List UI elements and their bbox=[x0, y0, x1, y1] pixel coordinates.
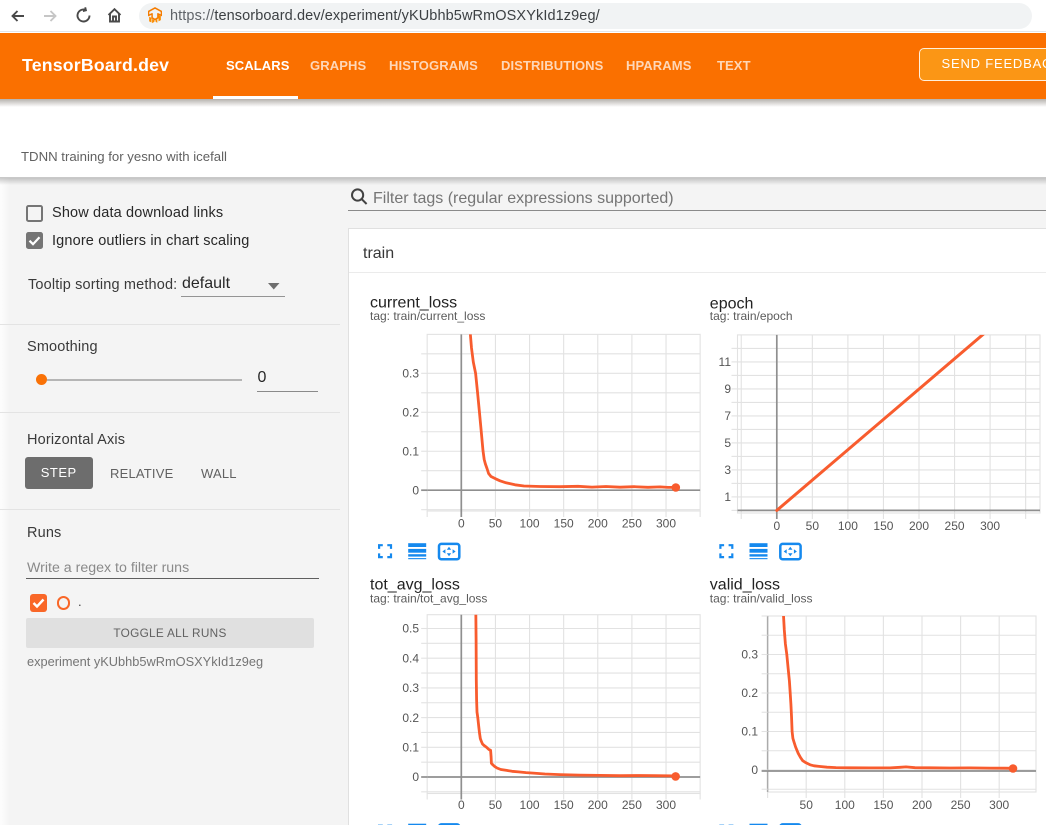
svg-text:1: 1 bbox=[724, 490, 731, 504]
svg-text:0.3: 0.3 bbox=[741, 648, 758, 662]
svg-text:0: 0 bbox=[412, 770, 419, 784]
svg-text:0: 0 bbox=[412, 483, 419, 497]
svg-text:0.2: 0.2 bbox=[402, 711, 419, 725]
svg-text:300: 300 bbox=[980, 519, 1000, 533]
svg-text:0.3: 0.3 bbox=[402, 367, 419, 381]
svg-text:100: 100 bbox=[838, 519, 858, 533]
svg-text:0: 0 bbox=[458, 517, 465, 531]
svg-text:100: 100 bbox=[835, 798, 855, 812]
svg-text:50: 50 bbox=[806, 519, 820, 533]
svg-text:0.1: 0.1 bbox=[402, 444, 419, 458]
svg-text:0: 0 bbox=[458, 798, 465, 812]
svg-text:0.1: 0.1 bbox=[402, 741, 419, 755]
svg-text:tag: train/tot_avg_loss: tag: train/tot_avg_loss bbox=[370, 591, 487, 605]
svg-text:200: 200 bbox=[588, 798, 608, 812]
svg-text:250: 250 bbox=[622, 517, 642, 531]
svg-text:50: 50 bbox=[800, 798, 814, 812]
svg-text:0.2: 0.2 bbox=[402, 405, 419, 419]
svg-text:0.1: 0.1 bbox=[741, 725, 758, 739]
svg-text:200: 200 bbox=[588, 517, 608, 531]
svg-text:150: 150 bbox=[873, 519, 893, 533]
svg-text:250: 250 bbox=[622, 798, 642, 812]
svg-text:0.5: 0.5 bbox=[402, 622, 419, 636]
svg-text:100: 100 bbox=[520, 798, 540, 812]
svg-text:150: 150 bbox=[554, 517, 574, 531]
svg-text:5: 5 bbox=[724, 436, 731, 450]
svg-text:50: 50 bbox=[489, 517, 503, 531]
svg-text:tag: train/epoch: tag: train/epoch bbox=[710, 309, 793, 323]
svg-text:250: 250 bbox=[951, 798, 971, 812]
svg-text:300: 300 bbox=[656, 798, 676, 812]
svg-text:tag: train/valid_loss: tag: train/valid_loss bbox=[710, 591, 813, 605]
svg-text:200: 200 bbox=[912, 798, 932, 812]
svg-text:300: 300 bbox=[989, 798, 1009, 812]
svg-text:3: 3 bbox=[724, 463, 731, 477]
svg-text:100: 100 bbox=[520, 517, 540, 531]
svg-text:7: 7 bbox=[724, 409, 731, 423]
svg-text:50: 50 bbox=[489, 798, 503, 812]
svg-text:tag: train/current_loss: tag: train/current_loss bbox=[370, 309, 485, 323]
svg-text:9: 9 bbox=[724, 382, 731, 396]
svg-text:0: 0 bbox=[751, 763, 758, 777]
svg-text:0: 0 bbox=[773, 519, 780, 533]
svg-text:0.3: 0.3 bbox=[402, 681, 419, 695]
svg-text:150: 150 bbox=[554, 798, 574, 812]
svg-text:150: 150 bbox=[873, 798, 893, 812]
svg-text:200: 200 bbox=[909, 519, 929, 533]
svg-text:300: 300 bbox=[656, 517, 676, 531]
svg-text:250: 250 bbox=[945, 519, 965, 533]
svg-text:0.2: 0.2 bbox=[741, 686, 758, 700]
svg-text:11: 11 bbox=[719, 355, 732, 369]
svg-text:0.4: 0.4 bbox=[402, 651, 419, 665]
